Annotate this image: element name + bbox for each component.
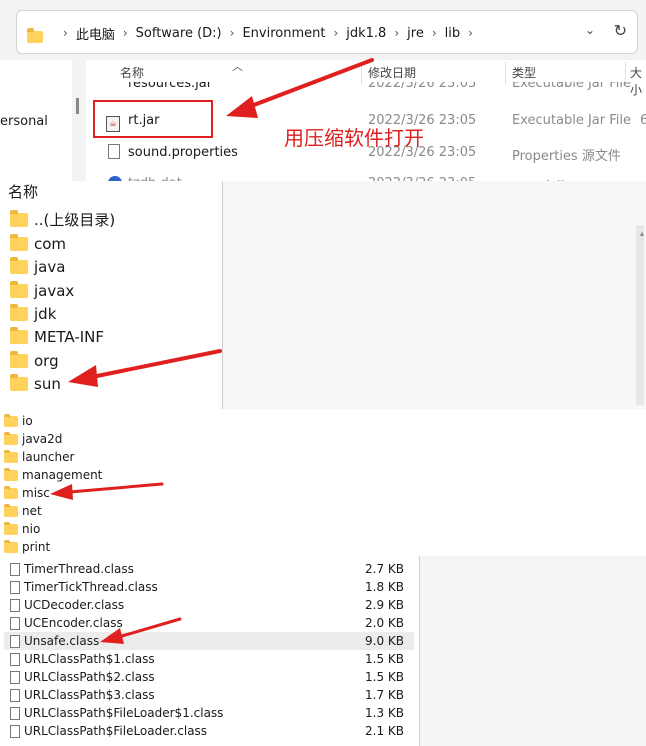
class-file-list: TimerThread.class 2.7 KB TimerTickThread.… [0,556,420,746]
annotation-arrow [226,58,374,118]
annotation-arrow [50,482,164,500]
folder-tree: io java2d launcher management misc net n… [0,409,646,556]
explorer-window: › 此电脑 › Software (D:) › Environment › jd… [0,0,646,185]
archive-window: 名称 ..(上级目录) com java javax jdk META-INF … [0,181,646,409]
annotation-arrow [68,349,222,387]
annotation-arrow [100,617,182,644]
class-detail-pane [420,556,646,746]
